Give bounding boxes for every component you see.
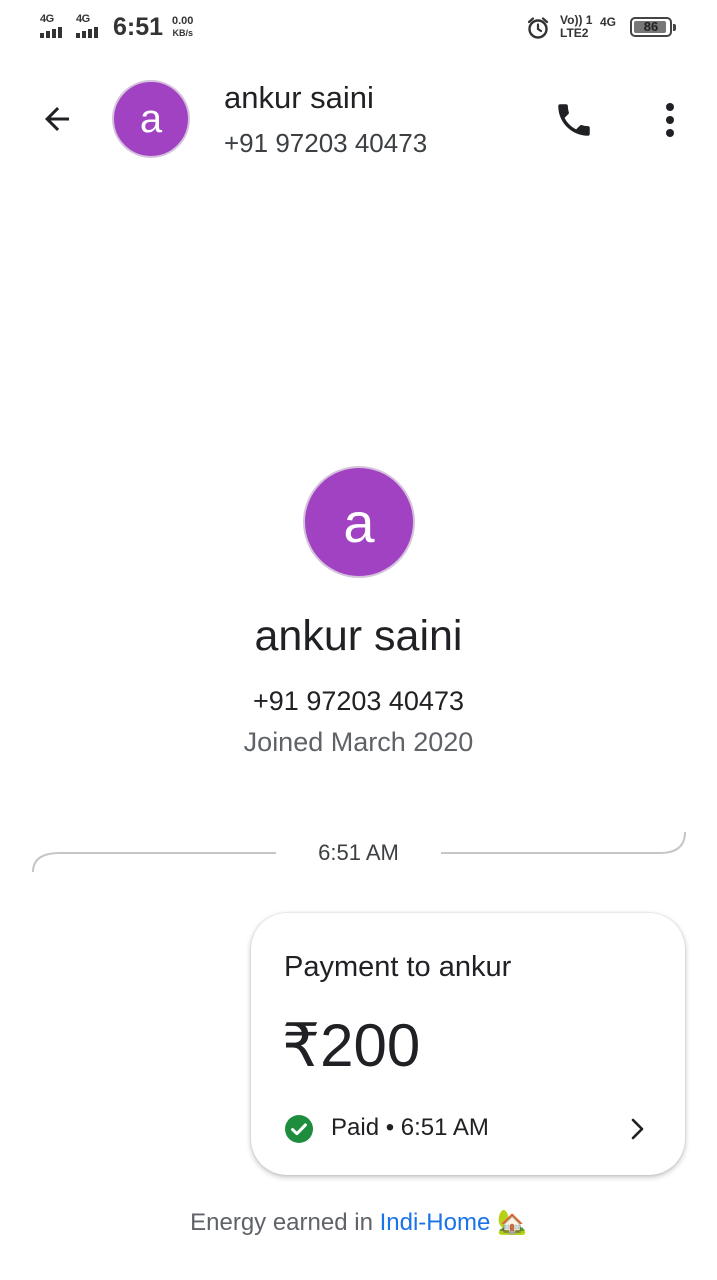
indi-home-link[interactable]: Indi-Home xyxy=(380,1209,491,1236)
network-speed: 0.00 KB/s xyxy=(172,15,193,39)
payment-title: Payment to ankur xyxy=(284,951,512,983)
call-button[interactable] xyxy=(550,96,598,144)
payment-status: Paid • 6:51 AM xyxy=(331,1114,489,1141)
energy-earned-text: Energy earned in xyxy=(190,1209,380,1236)
profile-name: ankur saini xyxy=(254,612,463,660)
volte-indicator: Vo)) 1 LTE2 xyxy=(560,14,592,40)
battery-icon: 86 xyxy=(630,17,676,37)
back-arrow-icon xyxy=(45,107,69,131)
phone-icon xyxy=(558,104,590,136)
contact-phone: +91 97203 40473 xyxy=(224,128,428,158)
profile-joined-date: Joined March 2020 xyxy=(243,727,474,757)
payment-amount: ₹200 xyxy=(282,1012,421,1079)
house-emoji-icon: 🏡 xyxy=(496,1209,527,1236)
profile-avatar-letter: a xyxy=(343,490,375,554)
status-time: 6:51 xyxy=(113,13,164,41)
contact-avatar[interactable]: a xyxy=(112,80,190,158)
energy-earned-note: Energy earned in Indi-Home 🏡 xyxy=(0,1208,717,1237)
back-button[interactable] xyxy=(36,98,78,140)
alarm-icon xyxy=(526,16,550,45)
speed-unit: KB/s xyxy=(172,28,193,38)
profile-phone: +91 97203 40473 xyxy=(253,686,464,716)
network-type: 4G xyxy=(600,15,617,29)
lte-label: LTE2 xyxy=(560,26,589,40)
profile-avatar: a xyxy=(303,466,415,578)
avatar-letter: a xyxy=(139,96,163,141)
sim1-network-label: 4G xyxy=(40,13,54,25)
contact-name[interactable]: ankur saini xyxy=(224,80,374,116)
check-circle-icon xyxy=(285,1115,313,1143)
more-options-button[interactable] xyxy=(648,96,692,144)
payment-details-button[interactable] xyxy=(623,1113,651,1145)
payment-card[interactable]: Payment to ankur ₹200 Paid • 6:51 AM xyxy=(251,913,685,1175)
speed-value: 0.00 xyxy=(172,15,194,27)
more-vert-icon xyxy=(666,103,674,137)
battery-level: 86 xyxy=(643,19,659,34)
divider-time: 6:51 AM xyxy=(290,840,427,866)
chevron-right-icon xyxy=(631,1118,644,1140)
status-bar: 4G 4G 6:51 0.00 KB/s Vo)) 1 LTE2 4G 86 xyxy=(0,0,717,56)
sim2-network-label: 4G xyxy=(76,13,90,25)
